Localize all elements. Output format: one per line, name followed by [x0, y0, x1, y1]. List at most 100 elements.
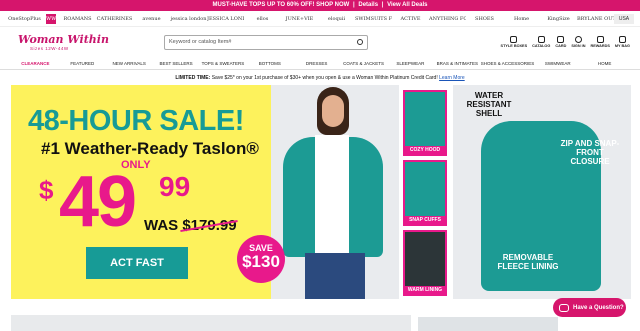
chat-label: Have a Question?: [573, 304, 624, 311]
bag-icon: [618, 36, 626, 43]
jeans-shape: [305, 253, 365, 299]
brand-link[interactable]: eloquii: [318, 16, 355, 22]
next-banner-left: [11, 315, 411, 331]
search-input[interactable]: Keyword or catalog Item#: [164, 34, 368, 50]
feature-thumbnails: COZY HOOD SNAP CUFFS WARM LINING: [403, 90, 449, 300]
brand-link[interactable]: SWIMSUITS FOR ALL: [355, 16, 392, 22]
promo-topbar[interactable]: MUST-HAVE TOPS UP TO 60% OFF! SHOP NOW |…: [0, 0, 640, 11]
site-header: Woman Within Sizes 12W-44W Keyword or ca…: [0, 27, 640, 57]
next-banner-right: [418, 317, 558, 331]
main-nav: CLEARANCE FEATURED NEW ARRIVALS BEST SEL…: [0, 57, 640, 70]
nav-coats-jackets[interactable]: COATS & JACKETS: [340, 61, 387, 66]
brand-link[interactable]: OneStopPlus: [6, 16, 43, 22]
brand-link[interactable]: ACTIVE: [392, 16, 429, 22]
brand-link[interactable]: ANYTHING FOR: [429, 16, 466, 22]
brand-bar: OneStopPlus ww ROAMANS CATHERINES avenue…: [0, 11, 640, 27]
topbar-text[interactable]: MUST-HAVE TOPS UP TO 60% OFF! SHOP NOW: [213, 2, 350, 8]
hero-headline: 48-HOUR SALE!: [28, 105, 244, 137]
was-label: WAS: [144, 217, 179, 234]
country-selector[interactable]: USA: [614, 13, 634, 24]
nav-swimwear[interactable]: SWIMWEAR: [534, 61, 581, 66]
card-icon: [557, 36, 565, 43]
shirt-shape: [315, 135, 349, 253]
nav-featured[interactable]: FEATURED: [59, 61, 106, 66]
hero-offer-panel: 48-HOUR SALE! #1 Weather-Ready Taslon® O…: [11, 85, 271, 299]
brand-link[interactable]: JESSICA LONDON: [207, 16, 244, 22]
hero-banner[interactable]: 48-HOUR SALE! #1 Weather-Ready Taslon® O…: [11, 85, 631, 299]
model-photo: [271, 85, 399, 299]
brand-link-active[interactable]: ww: [46, 13, 56, 24]
icon-label: SIGN IN: [571, 44, 586, 48]
my-bag-button[interactable]: MY BAG: [615, 36, 630, 48]
catalog-icon: [537, 36, 545, 43]
style-boxes-button[interactable]: STYLE BOXES: [500, 36, 528, 48]
topbar-view-all-link[interactable]: View All Deals: [387, 2, 427, 8]
card-button[interactable]: CARD: [555, 36, 566, 48]
icon-label: REWARDS: [590, 44, 610, 48]
nav-sleepwear[interactable]: SLEEPWEAR: [387, 61, 434, 66]
promo-text: Save $25* on your 1st purchase of $30+ w…: [210, 75, 438, 81]
icon-label: MY BAG: [614, 44, 630, 48]
hero-subhead: #1 Weather-Ready Taslon®: [41, 139, 259, 158]
icon-label: STYLE BOXES: [500, 44, 528, 48]
brand-link[interactable]: ROAMANS: [59, 16, 96, 22]
topbar-details-link[interactable]: Details: [358, 2, 378, 8]
feature-fleece-lining: REMOVABLE FLEECE LINING: [497, 253, 559, 271]
gift-icon: [596, 36, 604, 43]
chat-button[interactable]: Have a Question?: [553, 298, 626, 317]
catalog-button[interactable]: CATALOG: [532, 36, 550, 48]
thumb-warm-lining: WARM LINING: [403, 230, 447, 296]
promo-bold: LIMITED TIME:: [175, 75, 211, 81]
was-price: WAS $179.99: [144, 217, 237, 234]
thumb-snap-cuffs: SNAP CUFFS: [403, 160, 447, 226]
brand-link[interactable]: BRYLANE OUTLET: [577, 16, 614, 22]
icon-label: CATALOG: [532, 44, 551, 48]
feature-water-resistant: WATER RESISTANT SHELL: [466, 91, 512, 118]
nav-dresses[interactable]: DRESSES: [293, 61, 340, 66]
nav-best-sellers[interactable]: BEST SELLERS: [153, 61, 200, 66]
logo-text: Woman Within: [18, 33, 109, 46]
face-shape: [322, 95, 344, 127]
topbar-sep: |: [353, 2, 355, 8]
nav-bottoms[interactable]: BOTTOMS: [246, 61, 293, 66]
thumb-label: SNAP CUFFS: [405, 216, 445, 224]
was-amount: $179.99: [182, 217, 237, 234]
nav-clearance[interactable]: CLEARANCE: [12, 61, 59, 66]
save-amount: $130: [242, 252, 280, 271]
brand-link[interactable]: jessica london: [170, 16, 207, 22]
chat-bubble-icon: [559, 303, 569, 312]
brand-link[interactable]: KingSize: [540, 16, 577, 22]
nav-new-arrivals[interactable]: NEW ARRIVALS: [106, 61, 153, 66]
nav-bras-intimates[interactable]: BRAS & INTIMATES: [434, 61, 481, 66]
thumb-label: COZY HOOD: [405, 146, 445, 154]
price-cents: 99: [159, 171, 191, 202]
box-icon: [510, 36, 518, 43]
logo[interactable]: Woman Within Sizes 12W-44W: [18, 33, 164, 51]
sign-in-button[interactable]: SIGN IN: [571, 36, 585, 48]
brand-link[interactable]: JUNE+VIE: [281, 16, 318, 22]
feature-zip-closure: ZIP AND SNAP-FRONT CLOSURE: [560, 139, 620, 166]
brand-link[interactable]: Home: [503, 16, 540, 22]
search-icon[interactable]: [357, 39, 363, 45]
icon-label: CARD: [555, 44, 567, 48]
brand-link[interactable]: SHOES: [466, 16, 503, 22]
search-placeholder: Keyword or catalog Item#: [169, 39, 232, 45]
price-dollar-sign: $: [39, 175, 54, 205]
rewards-button[interactable]: REWARDS: [590, 36, 610, 48]
save-badge: SAVE $130: [237, 235, 285, 283]
jacket-detail-panel: WATER RESISTANT SHELL ZIP AND SNAP-FRONT…: [453, 85, 631, 299]
brand-link[interactable]: CATHERINES: [96, 16, 133, 22]
nav-home[interactable]: HOME: [581, 61, 628, 66]
act-fast-button[interactable]: ACT FAST: [86, 247, 188, 279]
price-main: 49: [59, 162, 137, 242]
brand-link[interactable]: ellos: [244, 16, 281, 22]
next-section-preview: [0, 305, 640, 331]
learn-more-link[interactable]: Learn More: [439, 75, 465, 81]
header-icons: STYLE BOXES CATALOG CARD SIGN IN REWARDS…: [501, 36, 630, 48]
brand-link[interactable]: avenue: [133, 16, 170, 22]
logo-subtitle: Sizes 12W-44W: [30, 46, 69, 51]
nav-tops-sweaters[interactable]: TOPS & SWEATERS: [200, 61, 247, 66]
nav-shoes-accessories[interactable]: SHOES & ACCESSORIES: [481, 61, 535, 66]
user-icon: [574, 36, 582, 43]
topbar-sep: |: [381, 2, 384, 8]
